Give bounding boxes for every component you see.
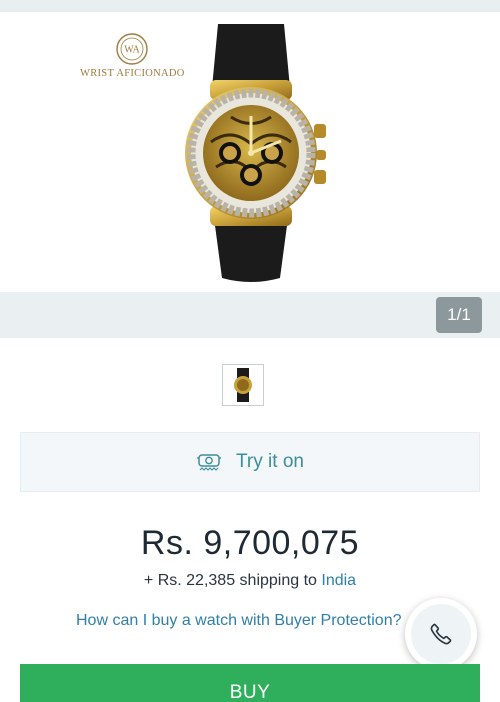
image-counter: 1/1 — [436, 297, 482, 333]
brand-monogram: WA — [124, 45, 140, 56]
call-button[interactable] — [405, 598, 477, 670]
call-button-inner — [411, 604, 471, 664]
watch-outline-icon — [197, 454, 222, 471]
shipping-country-link[interactable]: India — [321, 572, 356, 589]
buy-button[interactable]: BUY — [20, 664, 480, 702]
brand-name: WRIST AFICIONADO — [80, 68, 185, 79]
buyer-protection-link[interactable]: How can I buy a watch with Buyer Protect… — [76, 612, 410, 634]
brand-watermark: WA WRIST AFICIONADO — [80, 32, 184, 92]
shipping-cost: + Rs. 22,385 shipping to — [143, 572, 322, 589]
try-it-on-button[interactable]: Try it on — [20, 432, 480, 492]
product-image-area[interactable]: WA WRIST AFICIONADO — [0, 12, 500, 292]
top-divider — [0, 0, 500, 12]
product-page: WA WRIST AFICIONADO 1/1 Try it on Rs. 9,… — [0, 0, 500, 702]
product-price: Rs. 9,700,075 — [140, 524, 360, 562]
phone-icon — [430, 623, 452, 645]
watch-thumbnail-icon — [234, 368, 252, 402]
image-thumbnail[interactable] — [222, 364, 264, 406]
shipping-info: + Rs. 22,385 shipping to India — [0, 572, 500, 590]
try-it-on-label: Try it on — [236, 451, 304, 472]
brand-logo-icon: WA — [116, 33, 148, 65]
watch-image[interactable] — [176, 22, 326, 284]
gallery-bar: 1/1 — [0, 292, 500, 338]
